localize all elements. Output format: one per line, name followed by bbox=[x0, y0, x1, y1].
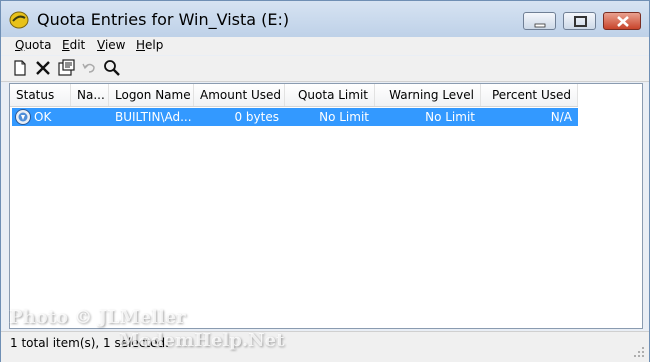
quota-app-icon bbox=[9, 11, 29, 29]
cell-percent-used: N/A bbox=[550, 110, 572, 124]
menu-bar: Quota Edit View Help bbox=[1, 37, 649, 55]
quota-entries-window: Quota Entries for Win_Vista (E:) Quota E… bbox=[0, 0, 650, 362]
watermark-site: ModemHelp.Net bbox=[119, 330, 285, 351]
minimize-button[interactable] bbox=[523, 12, 556, 30]
column-header-name[interactable]: Na... bbox=[71, 84, 109, 106]
cell-amount-used: 0 bytes bbox=[234, 110, 279, 124]
column-headers: Status Na... Logon Name Amount Used Quot… bbox=[10, 84, 578, 107]
window-title: Quota Entries for Win_Vista (E:) bbox=[37, 10, 290, 29]
column-header-quota-limit[interactable]: Quota Limit bbox=[285, 84, 375, 106]
maximize-button[interactable] bbox=[563, 12, 596, 30]
find-icon[interactable] bbox=[103, 59, 121, 77]
new-entry-icon[interactable] bbox=[11, 59, 29, 77]
cell-quota-limit: No Limit bbox=[319, 110, 369, 124]
properties-icon[interactable] bbox=[57, 59, 75, 77]
cell-logon-name: BUILTIN\Ad... bbox=[115, 110, 192, 124]
menu-edit[interactable]: Edit bbox=[62, 38, 85, 52]
delete-icon[interactable] bbox=[34, 59, 52, 77]
cell-warning-level: No Limit bbox=[425, 110, 475, 124]
maximize-icon bbox=[574, 16, 587, 27]
column-header-amount-used[interactable]: Amount Used bbox=[194, 84, 285, 106]
column-header-status[interactable]: Status bbox=[10, 84, 71, 106]
table-row[interactable]: OK BUILTIN\Ad... 0 bytes No Limit No Lim… bbox=[12, 108, 578, 126]
status-bar: 1 total item(s), 1 selected. ModemHelp.N… bbox=[1, 330, 649, 362]
resize-grip-icon[interactable] bbox=[633, 346, 645, 358]
toolbar bbox=[1, 56, 649, 82]
close-button[interactable] bbox=[603, 12, 641, 30]
menu-help[interactable]: Help bbox=[136, 38, 163, 52]
undo-icon[interactable] bbox=[80, 59, 98, 77]
cell-name bbox=[71, 108, 109, 126]
menu-view[interactable]: View bbox=[97, 38, 125, 52]
cell-status: OK bbox=[34, 110, 52, 124]
menu-quota[interactable]: Quota bbox=[15, 38, 51, 52]
column-header-logon-name[interactable]: Logon Name bbox=[109, 84, 194, 106]
title-bar[interactable]: Quota Entries for Win_Vista (E:) bbox=[1, 1, 649, 38]
close-icon bbox=[617, 16, 629, 27]
minimize-icon bbox=[534, 23, 546, 28]
watermark-photo-credit: Photo © JLMeller bbox=[9, 307, 186, 328]
quota-entries-list[interactable]: Status Na... Logon Name Amount Used Quot… bbox=[9, 83, 643, 329]
column-header-warning-level[interactable]: Warning Level bbox=[375, 84, 481, 106]
column-header-percent-used[interactable]: Percent Used bbox=[481, 84, 578, 106]
